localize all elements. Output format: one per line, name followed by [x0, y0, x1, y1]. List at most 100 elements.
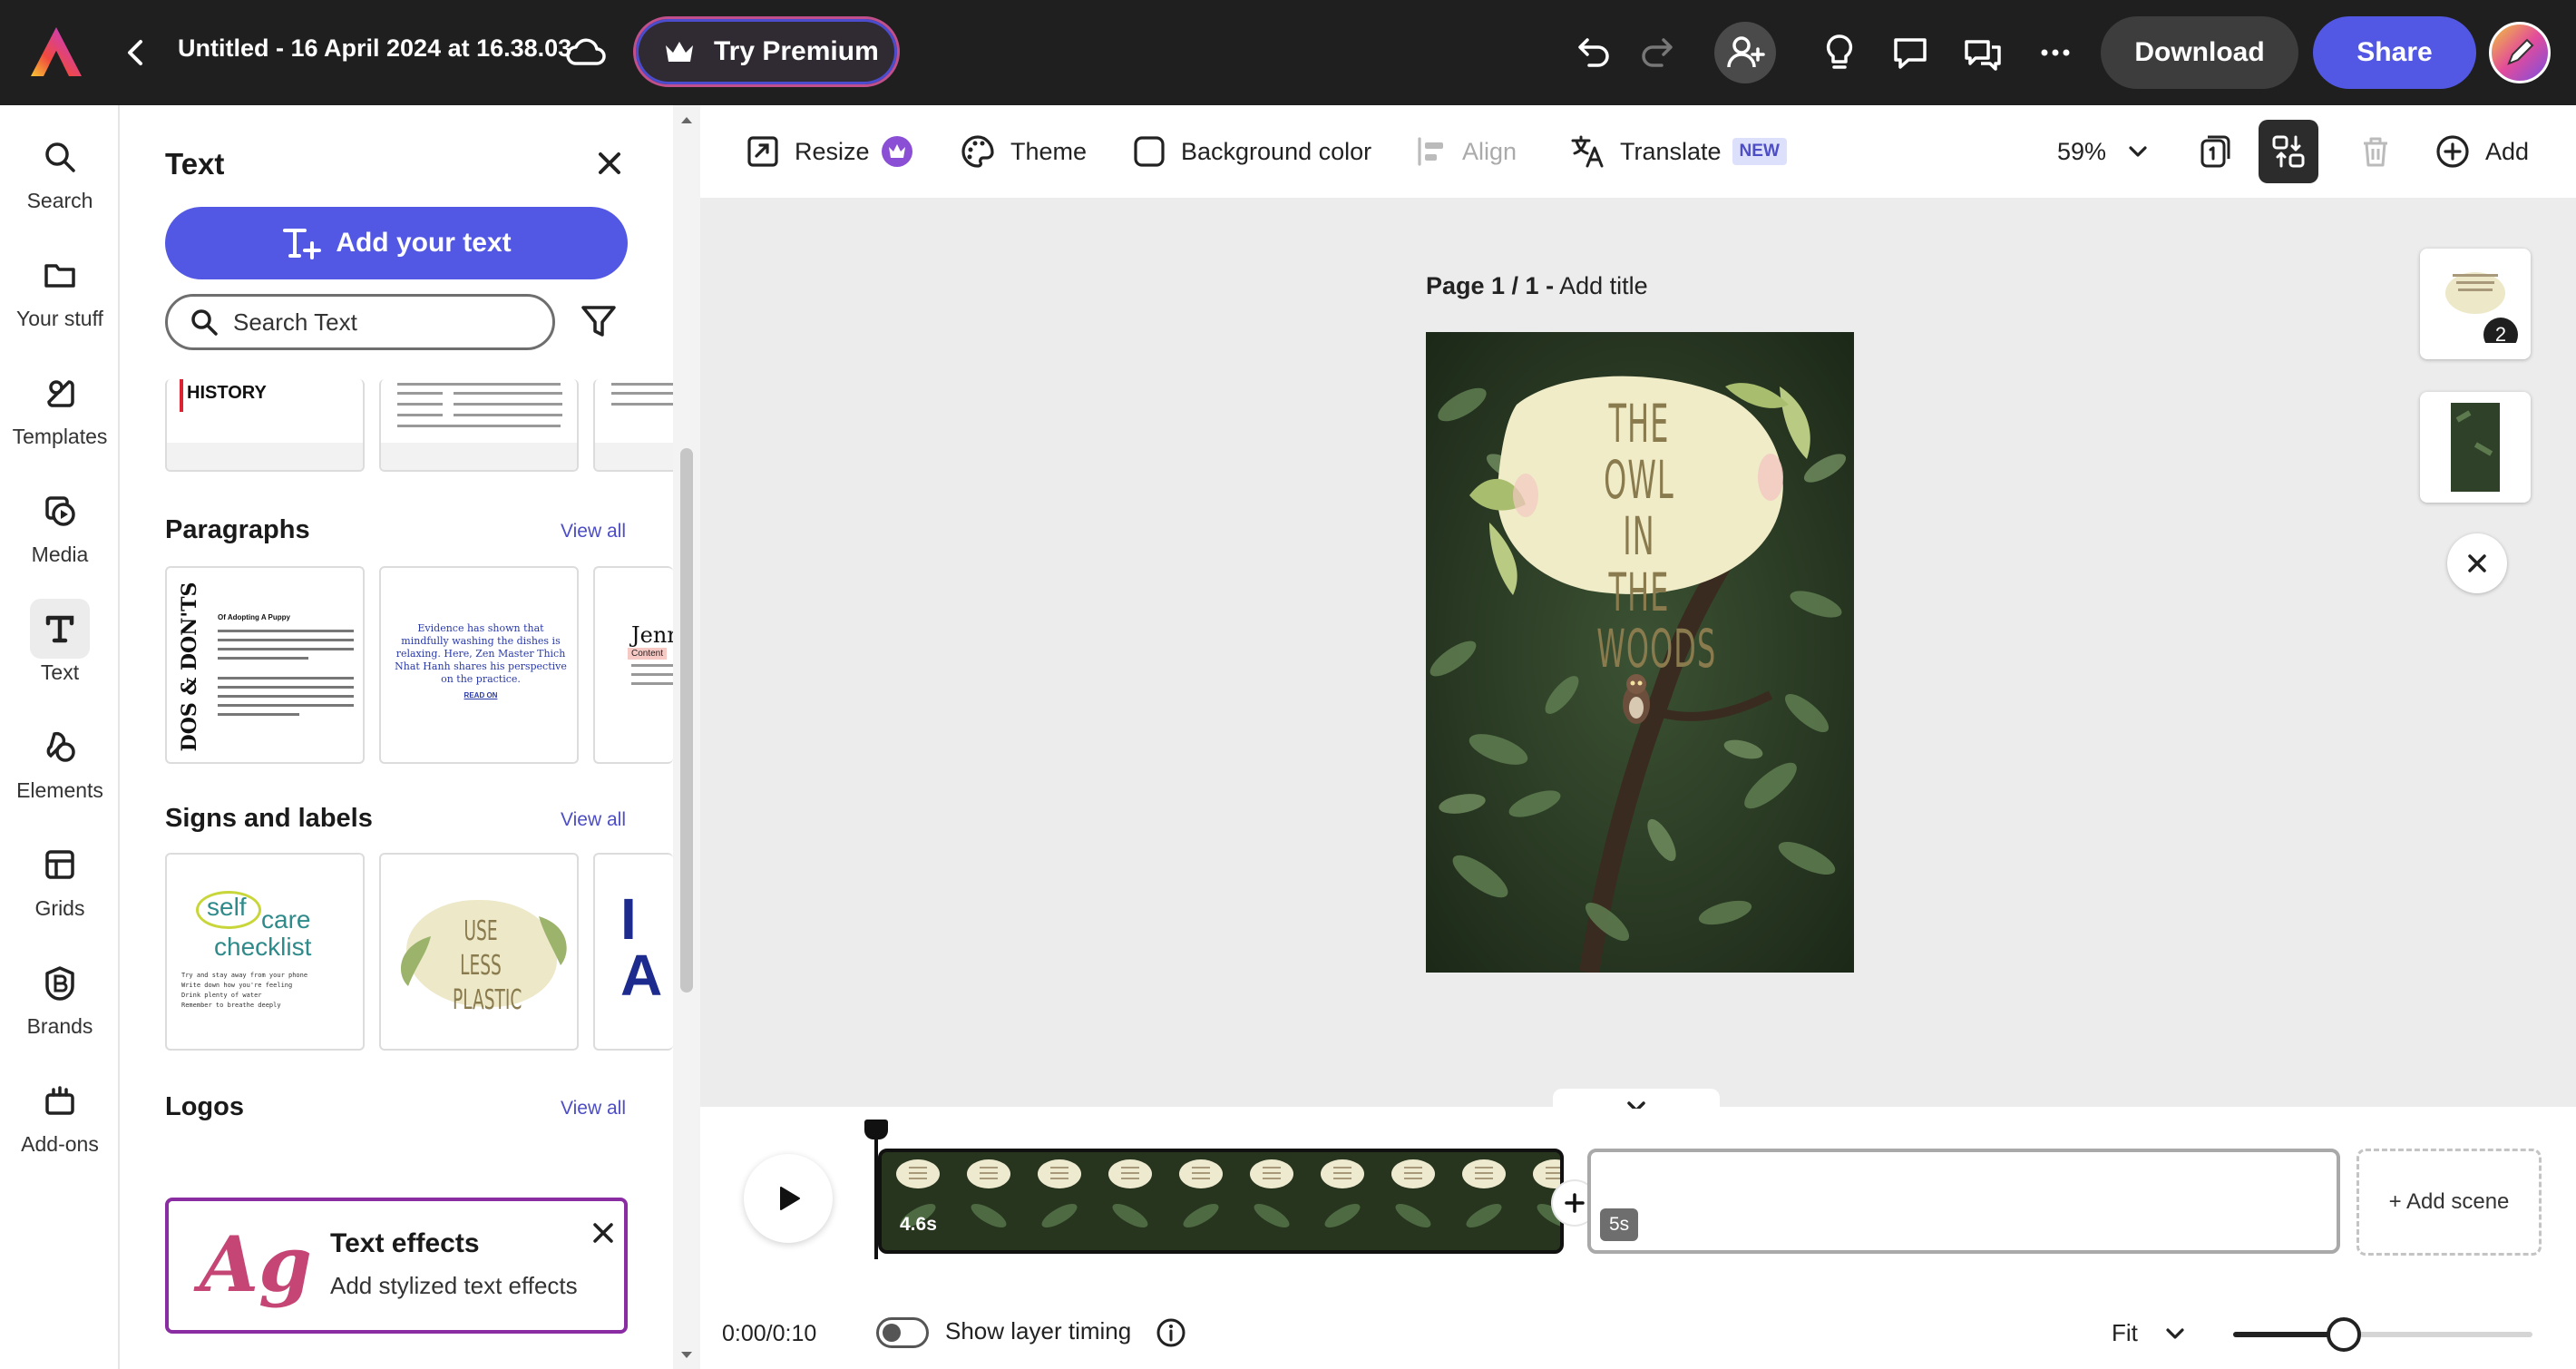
- timeline-view-toggle[interactable]: [2259, 120, 2318, 183]
- chevron-down-icon: [2166, 1327, 2184, 1339]
- pencil-avatar-icon: [2507, 38, 2534, 65]
- sign-template-thumb[interactable]: self care checklist Try and stay away fr…: [165, 853, 365, 1051]
- design-title-text[interactable]: THE OWL IN THE WOODS: [1596, 396, 1715, 677]
- download-button[interactable]: Download: [2101, 16, 2298, 89]
- redo-icon[interactable]: [1634, 31, 1678, 74]
- text-effects-subtitle: Add stylized text effects: [330, 1272, 578, 1299]
- document-title[interactable]: Untitled - 16 April 2024 at 16.38.03: [178, 34, 571, 63]
- theme-button[interactable]: Theme: [960, 105, 1087, 198]
- rail-item-grids[interactable]: Grids: [0, 835, 120, 934]
- thumb-heading: Of Adopting A Puppy: [218, 613, 290, 621]
- present-share-icon[interactable]: [1961, 31, 2005, 74]
- thumb-checklist: checklist: [214, 933, 312, 961]
- playback-time: 0:00/0:10: [722, 1321, 817, 1346]
- background-color-button[interactable]: Background color: [1132, 105, 1371, 198]
- left-navigation-rail: Search Your stuff Templates Media Text E…: [0, 105, 120, 1369]
- paragraph-template-thumb[interactable]: DOS & DON'TS Of Adopting A Puppy: [165, 566, 365, 764]
- zoom-dropdown[interactable]: 59%: [2057, 105, 2150, 198]
- resize-button[interactable]: Resize: [746, 105, 913, 198]
- lightbulb-icon[interactable]: [1818, 31, 1861, 74]
- close-thumbnails-button[interactable]: [2447, 533, 2507, 593]
- add-button[interactable]: Add: [2435, 105, 2529, 198]
- leaf-decoration-icon: [539, 916, 567, 965]
- rail-item-templates[interactable]: Templates: [0, 363, 120, 463]
- try-premium-button[interactable]: Try Premium: [633, 16, 900, 87]
- adobe-express-logo-icon[interactable]: [27, 24, 85, 82]
- sign-template-thumb[interactable]: I A: [593, 853, 673, 1051]
- filter-icon[interactable]: [579, 301, 619, 341]
- page-thumbnail-2[interactable]: [2420, 392, 2531, 503]
- align-button[interactable]: Align: [1415, 105, 1517, 198]
- text-template-thumb[interactable]: HISTORY: [165, 379, 365, 472]
- pages-icon: [2200, 135, 2230, 168]
- thumb-big-letters: I A: [620, 886, 662, 1008]
- timeline-zoom-dropdown[interactable]: Fit: [2112, 1319, 2187, 1347]
- text-effects-card[interactable]: Ag Text effects Add stylized text effect…: [165, 1198, 628, 1334]
- rail-item-your-stuff[interactable]: Your stuff: [0, 245, 120, 345]
- panel-scrollbar[interactable]: [673, 105, 700, 1369]
- close-icon: [2468, 554, 2486, 572]
- show-layer-timing-toggle[interactable]: [876, 1317, 929, 1348]
- rail-label-media: Media: [31, 543, 89, 566]
- view-all-paragraphs-link[interactable]: View all: [561, 521, 626, 543]
- scene-clip-1[interactable]: 4.6s: [878, 1149, 1564, 1254]
- add-label: Add: [2485, 137, 2530, 165]
- rail-item-media[interactable]: Media: [0, 481, 120, 581]
- rail-item-brands[interactable]: Brands: [0, 953, 120, 1052]
- view-all-logos-link[interactable]: View all: [561, 1098, 626, 1120]
- search-icon: [45, 142, 75, 172]
- add-text-icon: [283, 229, 322, 259]
- add-title-link[interactable]: Add title: [1559, 272, 1648, 299]
- design-page[interactable]: THE OWL IN THE WOODS: [1426, 332, 1854, 973]
- top-bar: Untitled - 16 April 2024 at 16.38.03 Try…: [0, 0, 2576, 105]
- scroll-down-arrow-icon[interactable]: [679, 1350, 694, 1361]
- panel-scrollbar-thumb[interactable]: [680, 448, 693, 993]
- brands-icon: [45, 966, 74, 1001]
- sign-template-thumb[interactable]: USE LESS PLASTIC: [379, 853, 579, 1051]
- close-text-effects-icon[interactable]: [588, 1217, 619, 1248]
- view-all-signs-link[interactable]: View all: [561, 809, 626, 831]
- paragraph-template-thumb[interactable]: Evidence has shown that mindfully washin…: [379, 566, 579, 764]
- translate-button[interactable]: Translate NEW: [1569, 105, 1787, 198]
- folder-icon: [44, 264, 75, 288]
- timeline-zoom-slider-knob[interactable]: [2327, 1317, 2362, 1352]
- new-badge: NEW: [1732, 138, 1787, 165]
- thumb-checklist-item: Remember to breathe deeply: [181, 1002, 281, 1009]
- comment-icon[interactable]: [1888, 31, 1932, 74]
- rail-item-search[interactable]: Search: [0, 127, 120, 227]
- share-button[interactable]: Share: [2313, 16, 2476, 89]
- align-label: Align: [1462, 137, 1517, 165]
- search-text-placeholder: Search Text: [233, 308, 357, 336]
- more-options-icon[interactable]: [2034, 31, 2077, 74]
- user-avatar[interactable]: [2489, 22, 2551, 83]
- play-icon: [780, 1187, 800, 1210]
- rail-item-elements[interactable]: Elements: [0, 717, 120, 817]
- add-your-text-button[interactable]: Add your text: [165, 207, 628, 279]
- page-count-button[interactable]: [2197, 105, 2248, 198]
- scene-filmstrip: [882, 1152, 1560, 1250]
- playhead-line[interactable]: [874, 1121, 878, 1259]
- page-thumbnail-stack-edge: [2420, 343, 2531, 356]
- text-template-thumb[interactable]: [379, 379, 579, 472]
- add-scene-button[interactable]: + Add scene: [2356, 1149, 2542, 1256]
- close-panel-icon[interactable]: [591, 145, 628, 181]
- undo-icon[interactable]: [1573, 31, 1616, 74]
- thumb-checklist-item: Drink plenty of water: [181, 992, 262, 999]
- paragraph-template-thumb[interactable]: Jenn Content: [593, 566, 673, 764]
- invite-collaborator-button[interactable]: [1714, 22, 1776, 83]
- rail-item-text[interactable]: Text: [0, 599, 120, 699]
- info-icon[interactable]: [1156, 1317, 1186, 1348]
- thumb-use-less-plastic: USE LESS PLASTIC: [453, 915, 522, 1016]
- add-your-text-label: Add your text: [336, 228, 512, 258]
- cloud-sync-icon[interactable]: [564, 33, 608, 73]
- scene-clip-2[interactable]: 5s: [1587, 1149, 2340, 1254]
- scroll-up-arrow-icon[interactable]: [679, 114, 694, 125]
- play-button[interactable]: [744, 1154, 833, 1243]
- rail-item-add-ons[interactable]: Add-ons: [0, 1071, 120, 1170]
- search-text-input[interactable]: Search Text: [165, 294, 555, 350]
- delete-button[interactable]: [2358, 105, 2407, 198]
- back-chevron-icon[interactable]: [118, 34, 154, 71]
- add-circle-icon: [2436, 135, 2469, 168]
- align-icon: [1418, 137, 1443, 166]
- thumb-paragraph-text: Evidence has shown that mindfully washin…: [395, 622, 567, 685]
